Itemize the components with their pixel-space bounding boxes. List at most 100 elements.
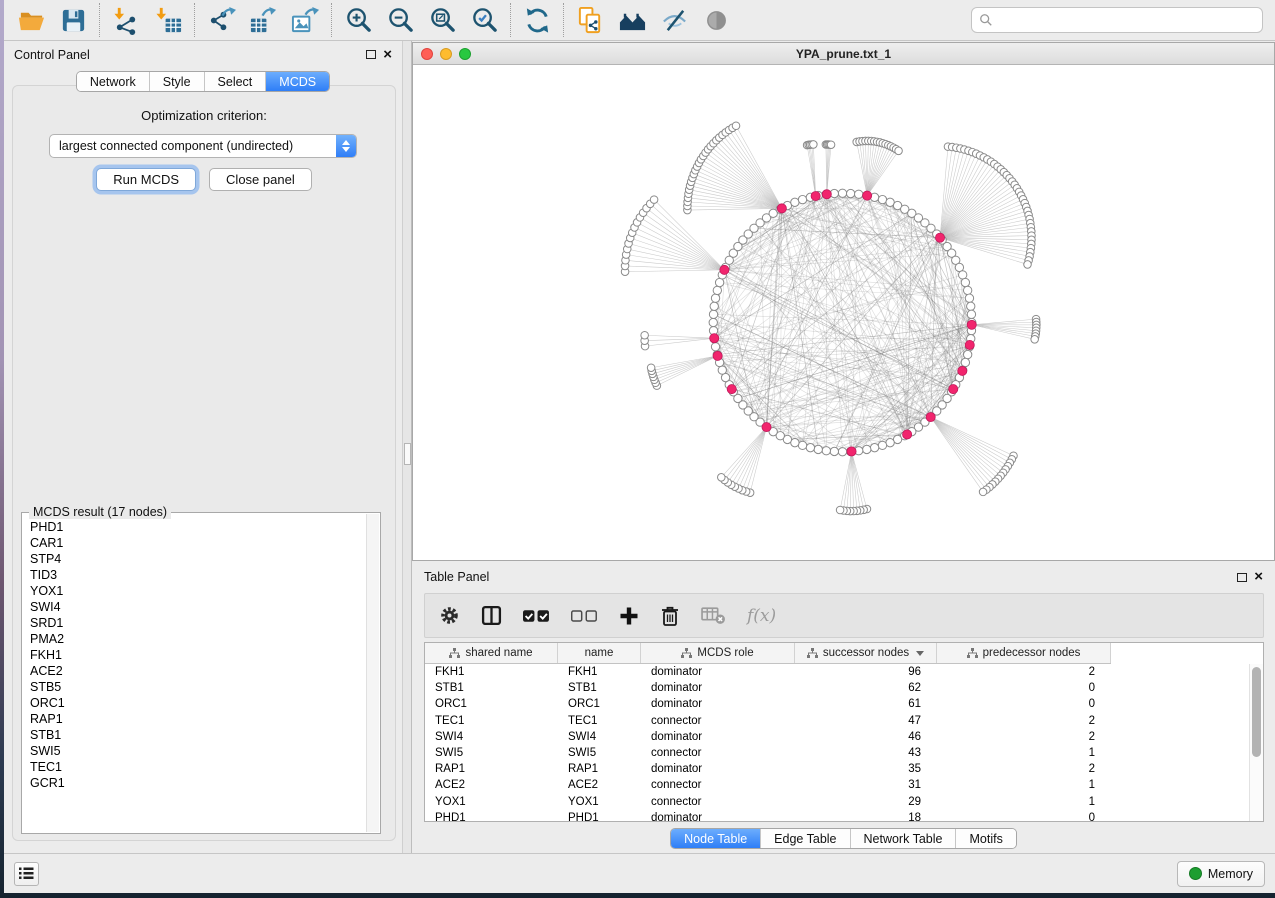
clone-network-button[interactable] [569, 3, 611, 37]
select-all-button[interactable] [523, 608, 550, 624]
mcds-hub-node[interactable] [958, 366, 967, 375]
table-row[interactable]: TEC1TEC1connector472 [425, 713, 1249, 729]
mcds-hub-node[interactable] [720, 265, 729, 274]
export-network-button[interactable] [200, 3, 242, 37]
hide-details-button[interactable] [653, 3, 695, 37]
close-panel-icon[interactable]: × [383, 50, 392, 60]
mcds-hub-node[interactable] [710, 334, 719, 343]
mcds-result-item[interactable]: ORC1 [30, 695, 366, 711]
column-header-name[interactable]: name [558, 643, 641, 663]
float-panel-icon[interactable] [366, 50, 376, 59]
mcds-hub-node[interactable] [777, 204, 786, 213]
tab-network[interactable]: Network [77, 72, 149, 91]
mcds-result-item[interactable]: PMA2 [30, 631, 366, 647]
tab-edge-table[interactable]: Edge Table [760, 829, 849, 848]
close-panel-button[interactable]: Close panel [209, 168, 312, 191]
mcds-result-item[interactable]: STB5 [30, 679, 366, 695]
mcds-result-item[interactable]: SWI5 [30, 743, 366, 759]
houses-button[interactable] [611, 3, 653, 37]
mcds-hub-node[interactable] [863, 191, 872, 200]
mcds-result-item[interactable]: ACE2 [30, 663, 366, 679]
mcds-hub-node[interactable] [811, 191, 820, 200]
search-input[interactable] [998, 13, 1255, 27]
mcds-list-scrollbar[interactable] [366, 514, 379, 832]
memory-button[interactable]: Memory [1177, 861, 1265, 887]
float-panel-icon[interactable] [1237, 573, 1247, 582]
mcds-hub-node[interactable] [822, 190, 831, 199]
network-window-title: YPA_prune.txt_1 [413, 47, 1274, 61]
run-mcds-button[interactable]: Run MCDS [96, 168, 196, 191]
table-scrollbar[interactable] [1249, 664, 1263, 821]
zoom-selected-button[interactable] [463, 3, 505, 37]
tab-style[interactable]: Style [149, 72, 204, 91]
zoom-out-button[interactable] [379, 3, 421, 37]
criterion-dropdown[interactable]: largest connected component (undirected) [49, 134, 357, 158]
tab-motifs[interactable]: Motifs [955, 829, 1015, 848]
apply-layout-button[interactable] [516, 3, 558, 37]
tab-network-table[interactable]: Network Table [850, 829, 956, 848]
table-row[interactable]: YOX1YOX1connector291 [425, 794, 1249, 810]
mcds-result-item[interactable]: YOX1 [30, 583, 366, 599]
mcds-hub-node[interactable] [903, 430, 912, 439]
column-header-predecessor-nodes[interactable]: predecessor nodes [937, 643, 1111, 663]
function-builder-button[interactable]: f(x) [747, 606, 776, 626]
table-row[interactable]: ORC1ORC1dominator610 [425, 696, 1249, 712]
mcds-hub-node[interactable] [949, 385, 958, 394]
table-row[interactable]: FKH1FKH1dominator962 [425, 664, 1249, 680]
delete-table-button[interactable] [701, 606, 726, 625]
import-network-button[interactable] [105, 3, 147, 37]
mcds-result-item[interactable]: STP4 [30, 551, 366, 567]
search-field[interactable] [971, 7, 1263, 33]
add-column-button[interactable] [619, 606, 639, 626]
column-header-shared-name[interactable]: shared name [425, 643, 558, 663]
mcds-result-item[interactable]: TID3 [30, 567, 366, 583]
table-row[interactable]: SWI5SWI5connector431 [425, 745, 1249, 761]
network-titlebar[interactable]: YPA_prune.txt_1 [413, 43, 1274, 65]
table-row[interactable]: ACE2ACE2connector311 [425, 777, 1249, 793]
divider-grip[interactable] [404, 443, 411, 465]
mcds-result-item[interactable]: RAP1 [30, 711, 366, 727]
tab-mcds[interactable]: MCDS [265, 72, 329, 91]
mcds-hub-node[interactable] [713, 351, 722, 360]
eye-button[interactable] [695, 3, 737, 37]
export-image-button[interactable] [284, 3, 326, 37]
save-session-button[interactable] [52, 3, 94, 37]
mcds-hub-node[interactable] [967, 320, 976, 329]
mcds-result-item[interactable]: GCR1 [30, 775, 366, 791]
open-file-button[interactable] [10, 3, 52, 37]
tab-node-table[interactable]: Node Table [671, 829, 760, 848]
zoom-fit-button[interactable] [421, 3, 463, 37]
mcds-result-item[interactable]: SRD1 [30, 615, 366, 631]
tab-select[interactable]: Select [204, 72, 266, 91]
column-header-successor-nodes[interactable]: successor nodes [795, 643, 937, 663]
delete-column-button[interactable] [660, 605, 680, 627]
zoom-in-button[interactable] [337, 3, 379, 37]
mcds-result-item[interactable]: PHD1 [30, 519, 366, 535]
mcds-hub-node[interactable] [926, 412, 935, 421]
scrollbar-thumb[interactable] [1252, 667, 1261, 757]
export-table-button[interactable] [242, 3, 284, 37]
table-row[interactable]: STB1STB1dominator620 [425, 680, 1249, 696]
network-canvas[interactable] [413, 65, 1274, 558]
mcds-result-item[interactable]: STB1 [30, 727, 366, 743]
import-table-button[interactable] [147, 3, 189, 37]
mcds-hub-node[interactable] [935, 233, 944, 242]
panel-divider[interactable] [402, 41, 412, 853]
mcds-result-item[interactable]: CAR1 [30, 535, 366, 551]
mcds-hub-node[interactable] [762, 423, 771, 432]
table-row[interactable]: PHD1PHD1dominator180 [425, 810, 1249, 821]
close-panel-icon[interactable]: × [1254, 572, 1263, 582]
column-header-MCDS-role[interactable]: MCDS role [641, 643, 795, 663]
mcds-result-item[interactable]: FKH1 [30, 647, 366, 663]
show-panels-button[interactable] [14, 862, 39, 886]
mcds-hub-node[interactable] [965, 340, 974, 349]
mcds-hub-node[interactable] [847, 447, 856, 456]
table-row[interactable]: SWI4SWI4dominator462 [425, 729, 1249, 745]
mcds-result-item[interactable]: SWI4 [30, 599, 366, 615]
mcds-hub-node[interactable] [727, 385, 736, 394]
mcds-result-item[interactable]: TEC1 [30, 759, 366, 775]
table-settings-button[interactable] [439, 605, 460, 626]
unselect-all-button[interactable] [571, 608, 598, 624]
table-row[interactable]: RAP1RAP1dominator352 [425, 761, 1249, 777]
show-columns-button[interactable] [481, 605, 502, 626]
